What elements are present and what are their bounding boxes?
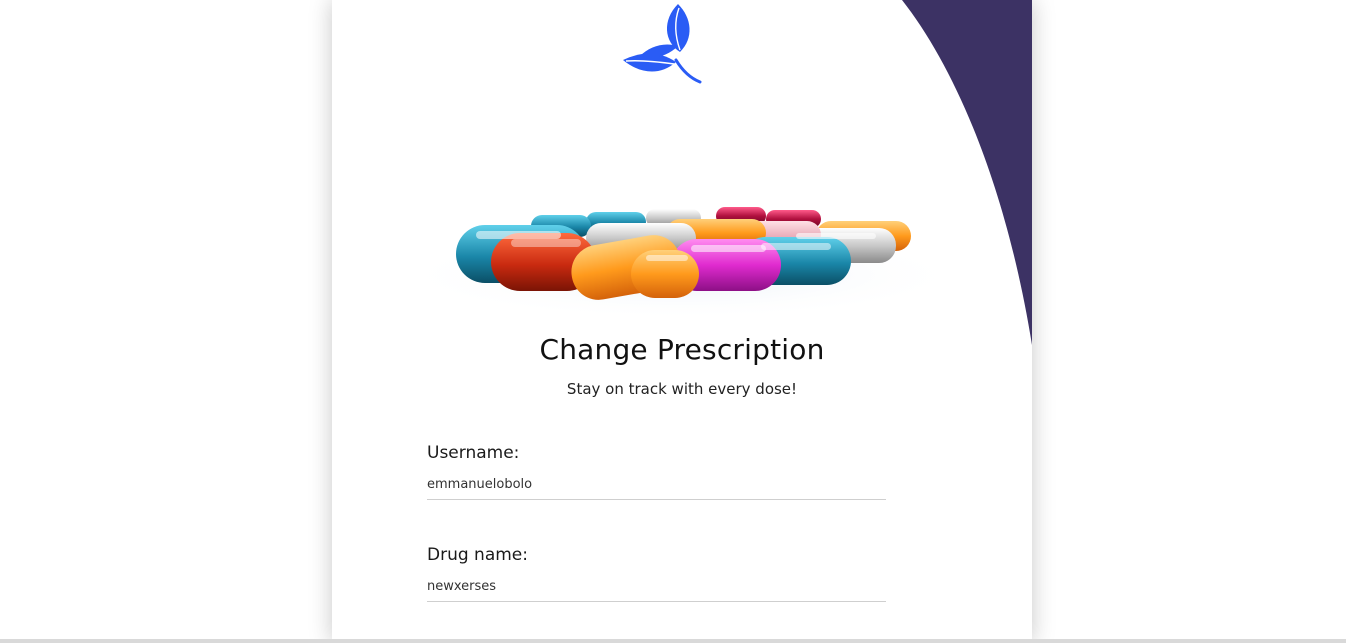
drug-name-input[interactable] bbox=[427, 575, 886, 602]
capsule-pills-image bbox=[396, 207, 966, 320]
drug-name-label: Drug name: bbox=[427, 545, 528, 565]
prescription-card: Change Prescription Stay on track with e… bbox=[332, 0, 1032, 643]
page: Change Prescription Stay on track with e… bbox=[0, 0, 1346, 643]
username-input[interactable] bbox=[427, 473, 886, 500]
username-field-group: Username: bbox=[427, 443, 886, 500]
page-subtitle: Stay on track with every dose! bbox=[566, 380, 798, 398]
bottom-scrollbar-track bbox=[0, 639, 1346, 643]
drug-name-field-group: Drug name: bbox=[427, 545, 886, 602]
leaf-logo-icon bbox=[623, 4, 702, 84]
username-label: Username: bbox=[427, 443, 520, 463]
page-title: Change Prescription bbox=[539, 333, 825, 366]
